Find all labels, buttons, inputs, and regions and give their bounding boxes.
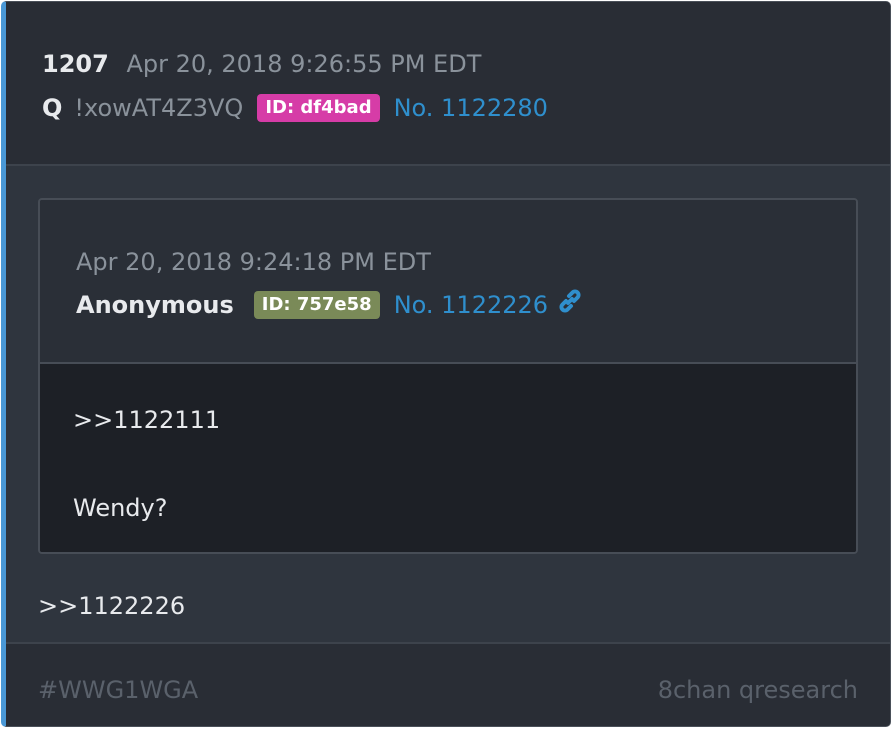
- link-icon[interactable]: [556, 287, 584, 315]
- post-date: Apr 20, 2018 9:26:55 PM EDT: [126, 50, 482, 78]
- quoted-id-badge: ID: 757e58: [253, 291, 380, 319]
- quoted-post-date: Apr 20, 2018 9:24:18 PM EDT: [76, 248, 431, 276]
- post-number-link[interactable]: No. 1122280: [394, 92, 548, 124]
- q-drop-card: 1207 Apr 20, 2018 9:26:55 PM EDT Q !xowA…: [1, 1, 891, 727]
- quoted-author-name: Anonymous: [76, 291, 234, 319]
- quoted-post-body: >>1122111 Wendy?: [40, 364, 856, 552]
- post-meta-line: 1207 Apr 20, 2018 9:26:55 PM EDT: [42, 48, 481, 80]
- post-footer: #WWG1WGA 8chan qresearch: [6, 642, 890, 726]
- tripcode: !xowAT4Z3VQ: [74, 94, 244, 122]
- author-name: Q: [42, 94, 63, 122]
- quoted-backlink[interactable]: >>1122111: [73, 404, 220, 436]
- post-author-line: Q !xowAT4Z3VQ ID: df4bad No. 1122280: [42, 92, 548, 124]
- footer-hashtag: #WWG1WGA: [38, 676, 199, 704]
- post-header: 1207 Apr 20, 2018 9:26:55 PM EDT Q !xowA…: [6, 2, 890, 166]
- quoted-post: Apr 20, 2018 9:24:18 PM EDT Anonymous ID…: [38, 198, 858, 554]
- quoted-body-text: Wendy?: [73, 494, 168, 522]
- post-number: 1207: [42, 50, 109, 78]
- post-id-badge: ID: df4bad: [257, 94, 380, 122]
- footer-source: 8chan qresearch: [657, 676, 858, 704]
- post-reply-backlink[interactable]: >>1122226: [38, 590, 185, 622]
- quoted-author-line: Anonymous ID: 757e58 No. 1122226: [76, 289, 584, 321]
- quoted-post-header: Apr 20, 2018 9:24:18 PM EDT Anonymous ID…: [40, 200, 856, 364]
- quoted-post-link[interactable]: No. 1122226: [394, 289, 548, 321]
